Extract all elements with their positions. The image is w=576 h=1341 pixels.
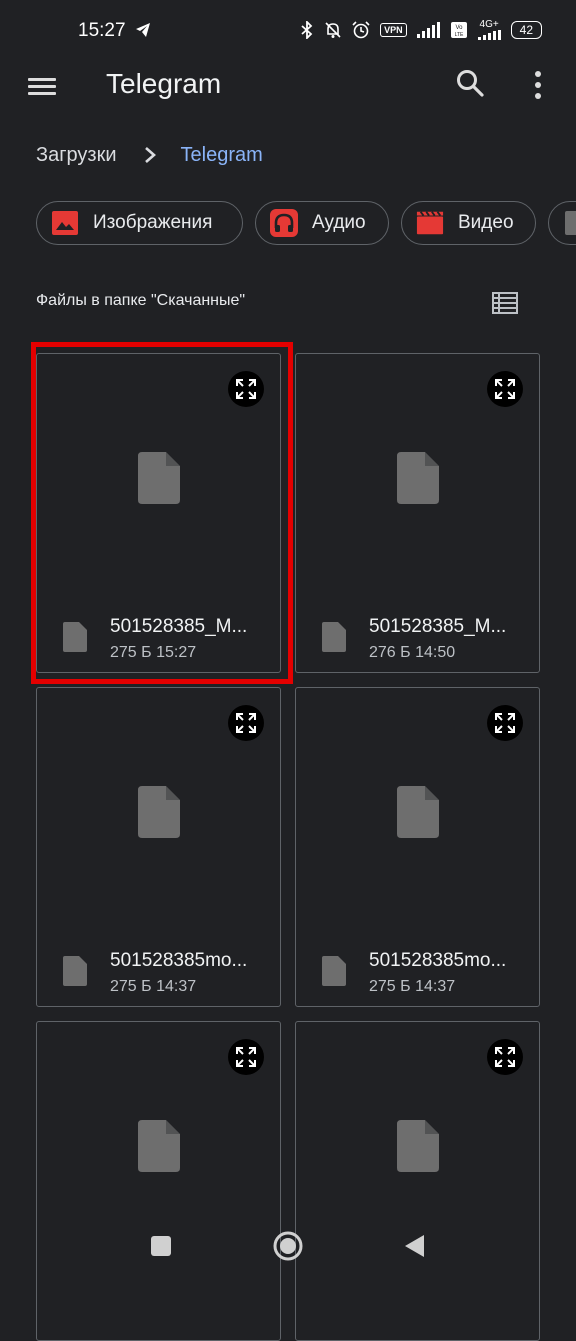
file-icon (397, 786, 439, 838)
file-icon (138, 452, 180, 504)
file-meta: 501528385_M... 275 Б 15:27 (63, 616, 273, 666)
telegram-send-icon (135, 23, 150, 37)
bluetooth-icon (301, 21, 313, 39)
file-icon (397, 452, 439, 504)
file-icon (322, 622, 346, 652)
system-nav-bar (0, 1210, 576, 1280)
vpn-badge: VPN (380, 23, 407, 37)
menu-icon[interactable] (28, 74, 56, 102)
mute-icon (325, 22, 341, 38)
file-meta: 501528385mo... 275 Б 14:37 (63, 950, 273, 1000)
chip-label: Видео (458, 212, 514, 233)
chevron-right-icon (144, 147, 156, 163)
headphones-icon (270, 209, 298, 237)
file-card[interactable]: 501528385mo... 275 Б 14:37 (295, 687, 540, 1007)
file-icon (63, 956, 87, 986)
file-info: 275 Б 14:37 (369, 978, 456, 995)
file-name: 501528385mo... (110, 950, 248, 971)
chip-more[interactable] (548, 201, 576, 245)
file-card[interactable]: 501528385_M... 275 Б 15:27 (36, 353, 281, 673)
chip-audio[interactable]: Аудио (255, 201, 389, 245)
expand-icon[interactable] (487, 371, 523, 407)
expand-icon[interactable] (228, 705, 264, 741)
expand-icon[interactable] (487, 705, 523, 741)
home-circle-icon[interactable] (268, 1226, 308, 1266)
alarm-icon (352, 21, 370, 39)
file-icon (322, 956, 346, 986)
file-name: 501528385_M... (110, 616, 248, 637)
svg-text:Vo: Vo (455, 25, 463, 31)
file-meta: 501528385mo... 275 Б 14:37 (322, 950, 532, 1000)
document-icon (563, 209, 576, 237)
file-name: 501528385_M... (369, 616, 507, 637)
file-card[interactable] (295, 1021, 540, 1341)
recents-square-icon[interactable] (141, 1226, 181, 1266)
file-icon (63, 622, 87, 652)
section-title: Файлы в папке "Скачанные" (36, 292, 246, 309)
breadcrumb: Загрузки Telegram (36, 142, 263, 168)
file-card[interactable]: 501528385mo... 275 Б 14:37 (36, 687, 281, 1007)
image-icon (51, 209, 79, 237)
network-type: 4G+ (479, 19, 499, 30)
breadcrumb-root[interactable]: Загрузки (36, 144, 117, 167)
list-view-icon[interactable] (492, 290, 518, 316)
app-title: Telegram (106, 68, 222, 99)
more-vert-icon[interactable] (528, 68, 548, 102)
file-name: 501528385mo... (369, 950, 507, 971)
search-icon[interactable] (455, 68, 485, 98)
battery-level: 42 (519, 23, 533, 37)
file-icon (138, 1120, 180, 1172)
expand-icon[interactable] (228, 371, 264, 407)
signal-icon (477, 30, 501, 40)
file-info: 275 Б 14:37 (110, 978, 197, 995)
file-meta: 501528385_M... 276 Б 14:50 (322, 616, 532, 666)
status-time: 15:27 (78, 20, 151, 42)
status-time-text: 15:27 (78, 20, 126, 41)
chip-label: Изображения (93, 212, 213, 233)
expand-icon[interactable] (228, 1039, 264, 1075)
breadcrumb-current[interactable]: Telegram (181, 144, 263, 167)
battery-icon: 42 (510, 21, 542, 39)
status-bar: 15:27 VPN Vo LTE 4G+ 42 (0, 0, 576, 64)
chip-images[interactable]: Изображения (36, 201, 243, 245)
file-card[interactable] (36, 1021, 281, 1341)
back-triangle-icon[interactable] (394, 1226, 434, 1266)
file-info: 276 Б 14:50 (369, 644, 456, 661)
file-icon (138, 786, 180, 838)
signal-icon (416, 22, 440, 38)
file-info: 275 Б 15:27 (110, 644, 197, 661)
file-card[interactable]: 501528385_M... 276 Б 14:50 (295, 353, 540, 673)
movie-icon (416, 209, 444, 237)
chip-label: Аудио (312, 212, 366, 233)
category-chips: Изображения Аудио Видео (36, 201, 576, 247)
status-icons: VPN Vo LTE 4G+ 42 (300, 20, 542, 40)
expand-icon[interactable] (487, 1039, 523, 1075)
volte-icon: VoLTE (450, 22, 467, 38)
svg-text:LTE: LTE (454, 32, 463, 38)
file-icon (397, 1120, 439, 1172)
app-toolbar: Telegram (0, 64, 576, 120)
chip-video[interactable]: Видео (401, 201, 536, 245)
